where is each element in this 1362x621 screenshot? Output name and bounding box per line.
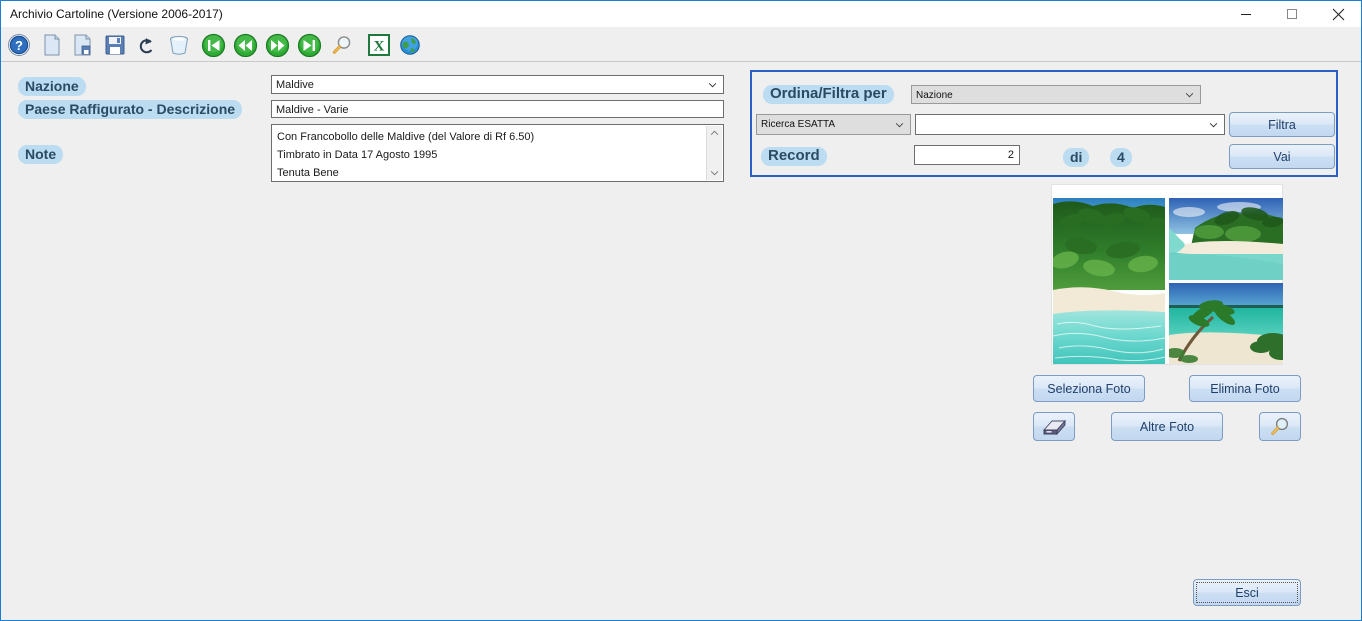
main-toolbar: ? X [1, 27, 1361, 62]
scroll-up-icon[interactable] [710, 130, 719, 136]
paese-label: Paese Raffigurato - Descrizione [18, 100, 243, 119]
zoom-photo-button[interactable] [1259, 412, 1301, 441]
excel-export-icon: X [368, 34, 390, 56]
note-scrollbar[interactable] [706, 126, 722, 180]
chevron-down-icon [1209, 122, 1218, 127]
note-line: Con Francobollo delle Maldive (del Valor… [277, 131, 535, 143]
chevron-down-icon [895, 122, 904, 127]
svg-text:?: ? [15, 38, 23, 53]
window-title: Archivio Cartoline (Versione 2006-2017) [10, 7, 223, 21]
nazione-combo[interactable]: Maldive [271, 75, 724, 94]
filter-panel-title: Ordina/Filtra per [763, 85, 894, 104]
filter-panel: Ordina/Filtra per Nazione Ricerca ESATTA… [750, 70, 1338, 177]
application-window: Archivio Cartoline (Versione 2006-2017) [0, 0, 1362, 621]
more-photos-button[interactable]: Altre Foto [1111, 412, 1223, 441]
note-label: Note [18, 145, 64, 164]
close-icon [1332, 8, 1344, 20]
record-number-input[interactable]: 2 [914, 145, 1020, 165]
scanner-icon [1042, 419, 1067, 435]
paese-input[interactable]: Maldive - Varie [271, 100, 724, 118]
first-record-button[interactable] [200, 32, 226, 58]
search-mode-combo[interactable]: Ricerca ESATTA [756, 114, 911, 135]
undo-button[interactable] [134, 32, 160, 58]
maximize-icon [1287, 9, 1297, 19]
save-as-button[interactable] [71, 32, 97, 58]
select-photo-button[interactable]: Seleziona Foto [1033, 375, 1145, 402]
scan-photo-button[interactable] [1033, 412, 1075, 441]
go-button[interactable]: Vai [1229, 144, 1335, 169]
next-record-button[interactable] [264, 32, 290, 58]
maximize-button[interactable] [1269, 1, 1315, 27]
help-button[interactable]: ? [6, 32, 32, 58]
postcard-photo-left [1053, 198, 1165, 364]
web-button[interactable] [397, 32, 423, 58]
minimize-icon [1241, 14, 1251, 15]
last-record-button[interactable] [296, 32, 322, 58]
exit-button[interactable]: Esci [1193, 579, 1301, 606]
globe-web-icon [400, 35, 420, 55]
save-button[interactable] [102, 32, 128, 58]
note-textarea[interactable]: Con Francobollo delle Maldive (del Valor… [271, 124, 724, 182]
record-label: Record [761, 147, 827, 166]
record-of-label: di [1063, 148, 1090, 167]
chevron-down-icon [1185, 92, 1194, 97]
postcard-preview[interactable] [1051, 184, 1283, 365]
filter-button[interactable]: Filtra [1229, 112, 1335, 137]
next-record-icon [265, 33, 289, 57]
save-icon [105, 35, 125, 55]
nazione-combo-value: Maldive [276, 79, 314, 91]
paese-input-value: Maldive - Varie [276, 104, 349, 116]
scroll-down-icon[interactable] [710, 170, 719, 176]
search-value-combo[interactable] [915, 114, 1225, 135]
minimize-button[interactable] [1223, 1, 1269, 27]
postcard-photo-top-right [1169, 198, 1283, 280]
help-icon: ? [8, 34, 30, 56]
title-bar: Archivio Cartoline (Versione 2006-2017) [1, 1, 1361, 27]
note-line: Timbrato in Data 17 Agosto 1995 [277, 149, 438, 161]
svg-text:X: X [374, 39, 385, 55]
undo-icon [139, 38, 153, 54]
close-button[interactable] [1315, 1, 1361, 27]
first-record-icon [201, 33, 225, 57]
previous-record-icon [233, 33, 257, 57]
excel-export-button[interactable]: X [366, 32, 392, 58]
new-document-icon [44, 34, 60, 56]
new-document-button[interactable] [39, 32, 65, 58]
delete-button[interactable] [166, 32, 192, 58]
postcard-photo-bottom-right [1169, 283, 1283, 364]
delete-trash-icon [170, 35, 188, 55]
save-as-icon [74, 34, 91, 56]
order-by-combo[interactable]: Nazione [911, 85, 1201, 104]
nazione-label: Nazione [18, 77, 86, 96]
last-record-icon [297, 33, 321, 57]
previous-record-button[interactable] [232, 32, 258, 58]
order-by-value: Nazione [916, 90, 953, 101]
search-mode-value: Ricerca ESATTA [761, 119, 836, 130]
chevron-down-icon [708, 82, 717, 87]
magnifier-icon [1271, 417, 1289, 435]
record-total-label: 4 [1110, 148, 1132, 167]
search-button[interactable] [329, 32, 355, 58]
note-line: Tenuta Bene [277, 167, 339, 179]
window-controls [1223, 1, 1361, 27]
delete-photo-button[interactable]: Elimina Foto [1189, 375, 1301, 402]
search-magnifier-icon [332, 36, 351, 54]
